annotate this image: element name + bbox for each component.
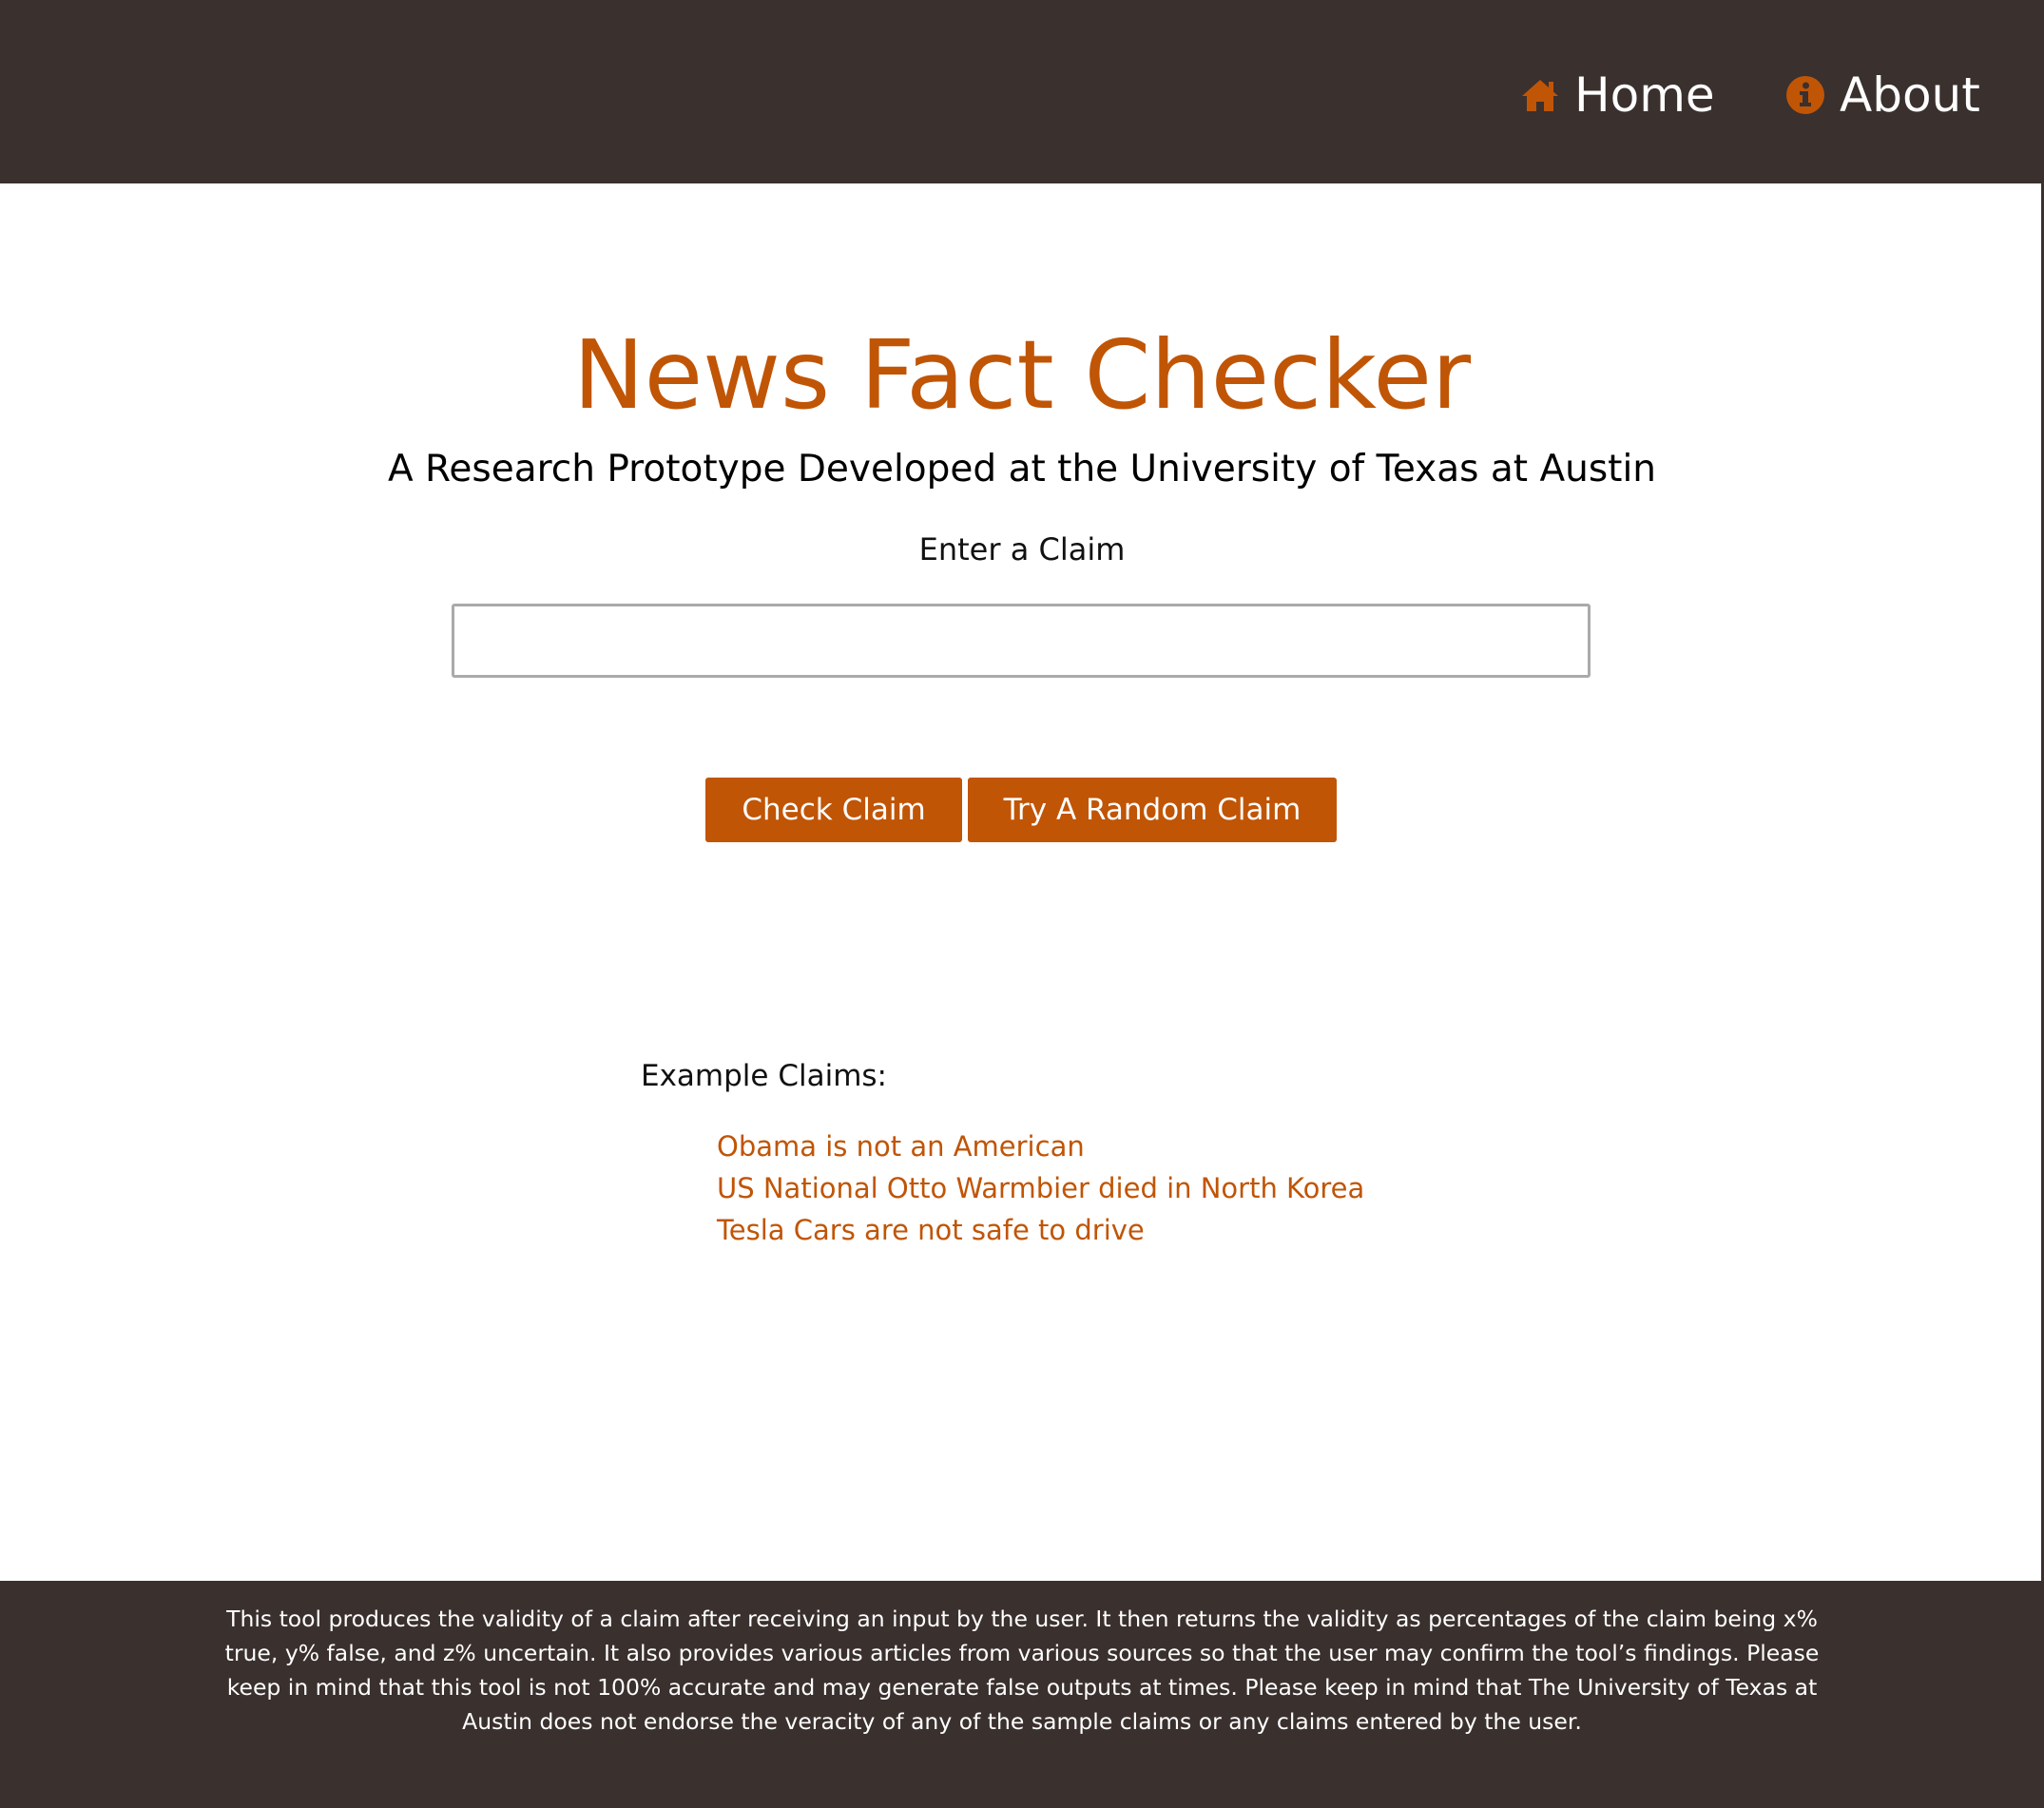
page: Home About News Fact Checker A Research … bbox=[0, 0, 2044, 1808]
example-claim-link[interactable]: US National Otto Warmbier died in North … bbox=[717, 1167, 1364, 1209]
page-title: News Fact Checker bbox=[572, 319, 1472, 431]
example-claims-list: Obama is not an American US National Ott… bbox=[717, 1125, 1364, 1251]
check-claim-button[interactable]: Check Claim bbox=[705, 778, 962, 842]
example-claim-link[interactable]: Obama is not an American bbox=[717, 1125, 1364, 1167]
nav-home-link[interactable]: Home bbox=[1519, 59, 1715, 131]
claim-input[interactable] bbox=[452, 604, 1591, 678]
footer: This tool produces the validity of a cla… bbox=[0, 1581, 2044, 1808]
example-claims-heading: Example Claims: bbox=[641, 1059, 888, 1093]
example-claim-link[interactable]: Tesla Cars are not safe to drive bbox=[717, 1209, 1364, 1251]
footer-disclaimer: This tool produces the validity of a cla… bbox=[224, 1606, 1820, 1735]
claim-input-label: Enter a Claim bbox=[918, 531, 1126, 567]
nav-home-label: Home bbox=[1574, 67, 1715, 123]
top-navbar: Home About bbox=[0, 0, 2044, 183]
home-icon bbox=[1519, 74, 1561, 116]
random-claim-button[interactable]: Try A Random Claim bbox=[968, 778, 1337, 842]
nav-about-label: About bbox=[1840, 67, 1980, 123]
nav-about-link[interactable]: About bbox=[1784, 59, 1980, 131]
info-icon bbox=[1784, 74, 1826, 116]
page-subtitle: A Research Prototype Developed at the Un… bbox=[387, 448, 1657, 490]
